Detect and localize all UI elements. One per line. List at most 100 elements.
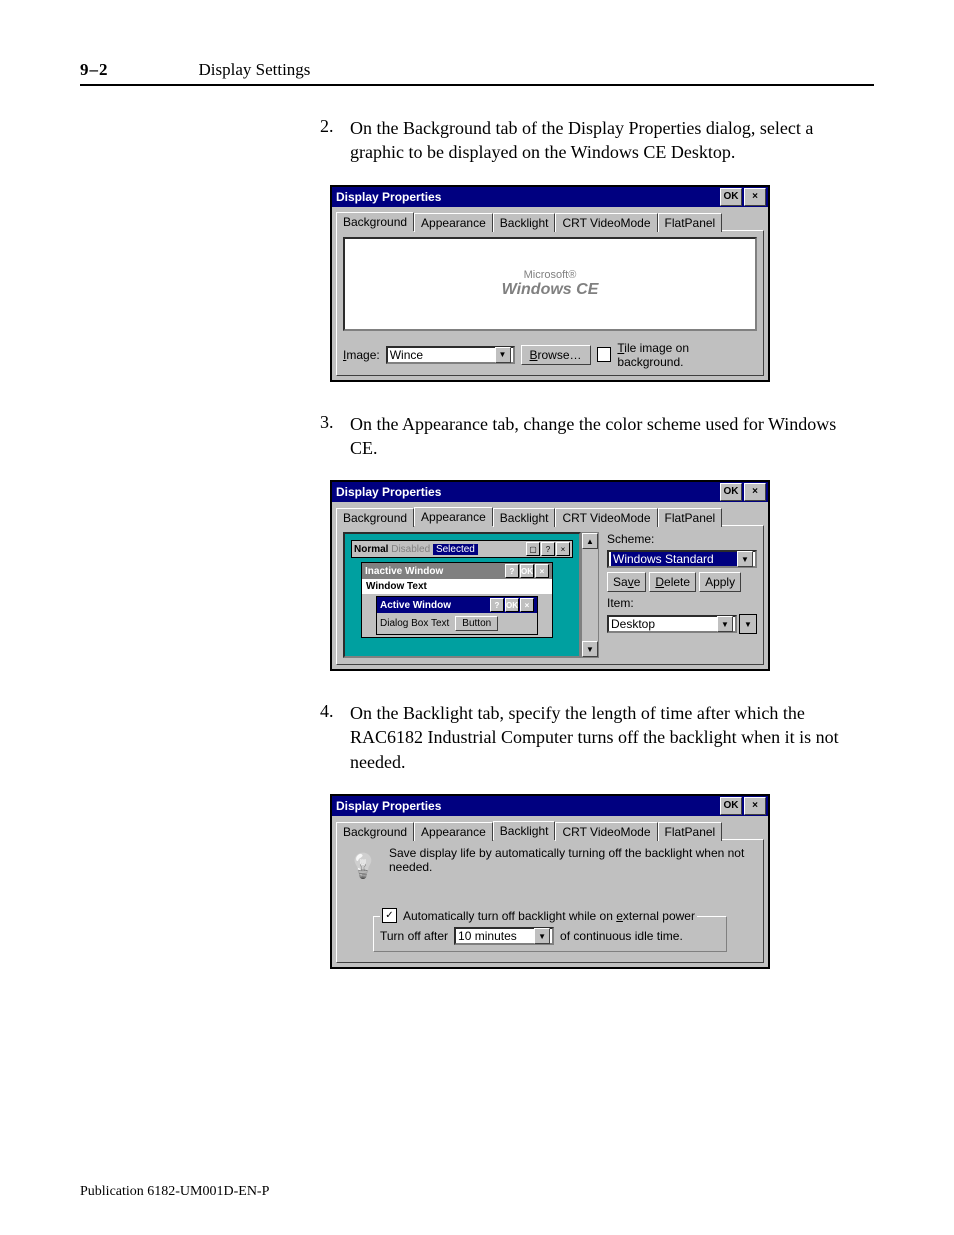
preview-help-icon: ? — [490, 598, 504, 612]
item-combo[interactable]: Desktop ▼ — [607, 615, 737, 633]
close-button[interactable]: × — [744, 797, 766, 815]
step-text: On the Appearance tab, change the color … — [350, 412, 844, 461]
step-2: 2. On the Background tab of the Display … — [320, 116, 844, 165]
step-number: 3. — [320, 412, 350, 461]
dropdown-arrow-icon[interactable]: ▼ — [534, 928, 550, 944]
tab-strip: Background Appearance Backlight CRT Vide… — [336, 821, 764, 840]
logo-line1: Microsoft® — [502, 269, 599, 281]
display-properties-dialog: Display Properties OK × Background Appea… — [330, 794, 770, 969]
item-label: Item: — [607, 596, 757, 610]
tab-crt-videomode[interactable]: CRT VideoMode — [555, 822, 657, 841]
image-row: Image: Wince ▼ Browse… Tile image on bac… — [343, 341, 757, 369]
display-properties-dialog: Display Properties OK × Background Appea… — [330, 185, 770, 382]
display-properties-dialog: Display Properties OK × Background Appea… — [330, 480, 770, 671]
preview-close-icon: × — [556, 542, 570, 556]
tab-strip: Background Appearance Backlight CRT Vide… — [336, 212, 764, 231]
logo-line2: Windows CE — [502, 281, 599, 298]
preview-dialog-text: Dialog Box Text — [380, 618, 449, 629]
image-value: Wince — [390, 348, 423, 362]
dialog-title: Display Properties — [336, 799, 718, 813]
dropdown-arrow-icon[interactable]: ▼ — [495, 347, 511, 363]
image-combo[interactable]: Wince ▼ — [386, 346, 515, 364]
preview-close-icon: × — [520, 598, 534, 612]
titlebar: Display Properties OK × — [332, 482, 768, 502]
step-text: On the Backlight tab, specify the length… — [350, 701, 844, 774]
ok-button[interactable]: OK — [720, 188, 742, 206]
preview-help-icon: ? — [541, 542, 555, 556]
tab-appearance[interactable]: Appearance — [414, 507, 493, 526]
tab-crt-videomode[interactable]: CRT VideoMode — [555, 508, 657, 527]
turn-off-label: Turn off after — [380, 929, 448, 943]
windows-ce-logo: Microsoft® Windows CE — [502, 269, 599, 299]
tab-background[interactable]: Background — [336, 508, 414, 527]
color-picker-button[interactable]: ▼ — [739, 614, 757, 634]
step-3: 3. On the Appearance tab, change the col… — [320, 412, 844, 461]
tab-appearance[interactable]: Appearance — [414, 822, 493, 841]
preview-button: Button — [455, 616, 498, 631]
tab-flatpanel[interactable]: FlatPanel — [658, 213, 723, 232]
preview-scrollbar[interactable]: ▲ ▼ — [581, 532, 599, 658]
auto-off-label: Automatically turn off backlight while o… — [403, 909, 695, 923]
save-button[interactable]: Save — [607, 572, 646, 592]
tile-label: Tile image on background. — [617, 341, 757, 369]
preview-inactive-title: Inactive Window — [365, 566, 443, 577]
wallpaper-preview: Microsoft® Windows CE — [343, 237, 757, 331]
browse-button[interactable]: Browse… — [521, 345, 591, 365]
preview-normal: Normal — [354, 544, 388, 555]
tab-crt-videomode[interactable]: CRT VideoMode — [555, 213, 657, 232]
scroll-down-icon[interactable]: ▼ — [582, 641, 598, 657]
preview-disabled: Disabled — [391, 544, 430, 555]
titlebar: Display Properties OK × — [332, 796, 768, 816]
appearance-controls: Scheme: Windows Standard ▼ Save Delete A… — [607, 532, 757, 658]
delete-button[interactable]: Delete — [649, 572, 696, 592]
dialog-title: Display Properties — [336, 485, 718, 499]
tab-background[interactable]: Background — [336, 212, 414, 231]
step-number: 4. — [320, 701, 350, 774]
image-label: Image: — [343, 348, 380, 362]
idle-label: of continuous idle time. — [560, 929, 683, 943]
page-number: 9–2 — [80, 60, 109, 80]
preview-ok-icon: OK — [505, 598, 519, 612]
preview-active-title: Active Window — [380, 600, 451, 611]
titlebar: Display Properties OK × — [332, 187, 768, 207]
dropdown-arrow-icon[interactable]: ▼ — [717, 616, 733, 632]
backlight-panel: 💡 Save display life by automatically tur… — [336, 839, 764, 963]
preview-window-text: Window Text — [362, 579, 552, 594]
scroll-up-icon[interactable]: ▲ — [582, 533, 598, 549]
close-button[interactable]: × — [744, 483, 766, 501]
tile-checkbox[interactable] — [597, 347, 612, 362]
tab-flatpanel[interactable]: FlatPanel — [658, 822, 723, 841]
close-button[interactable]: × — [744, 188, 766, 206]
preview-restore-icon: ▢ — [526, 542, 540, 556]
tab-backlight[interactable]: Backlight — [493, 821, 556, 840]
preview-selected: Selected — [433, 544, 478, 555]
page-header: 9–2 Display Settings — [80, 60, 874, 86]
scheme-label: Scheme: — [607, 532, 757, 546]
dialog-title: Display Properties — [336, 190, 718, 204]
tab-appearance[interactable]: Appearance — [414, 213, 493, 232]
duration-combo[interactable]: 10 minutes ▼ — [454, 927, 554, 945]
auto-off-checkbox[interactable]: ✓ — [382, 908, 397, 923]
tab-background[interactable]: Background — [336, 822, 414, 841]
screenshot-backlight-tab: Display Properties OK × Background Appea… — [330, 794, 874, 969]
step-text: On the Background tab of the Display Pro… — [350, 116, 844, 165]
backlight-description: Save display life by automatically turni… — [389, 846, 757, 874]
scheme-combo[interactable]: Windows Standard ▼ — [607, 550, 757, 568]
screenshot-appearance-tab: Display Properties OK × Background Appea… — [330, 480, 874, 671]
item-value: Desktop — [611, 617, 655, 631]
section-title: Display Settings — [199, 60, 311, 80]
ok-button[interactable]: OK — [720, 797, 742, 815]
ok-button[interactable]: OK — [720, 483, 742, 501]
appearance-preview: Normal Disabled Selected ▢ ? × Inactive … — [343, 532, 581, 658]
preview-ok-icon: OK — [520, 564, 534, 578]
background-panel: Microsoft® Windows CE Image: Wince ▼ Bro… — [336, 230, 764, 376]
tab-backlight[interactable]: Backlight — [493, 213, 556, 232]
scheme-value: Windows Standard — [611, 552, 737, 566]
tab-backlight[interactable]: Backlight — [493, 508, 556, 527]
duration-value: 10 minutes — [458, 929, 517, 943]
dropdown-arrow-icon[interactable]: ▼ — [737, 551, 753, 567]
preview-help-icon: ? — [505, 564, 519, 578]
tab-flatpanel[interactable]: FlatPanel — [658, 508, 723, 527]
apply-button[interactable]: Apply — [699, 572, 741, 592]
publication-footer: Publication 6182-UM001D-EN-P — [80, 1184, 269, 1200]
